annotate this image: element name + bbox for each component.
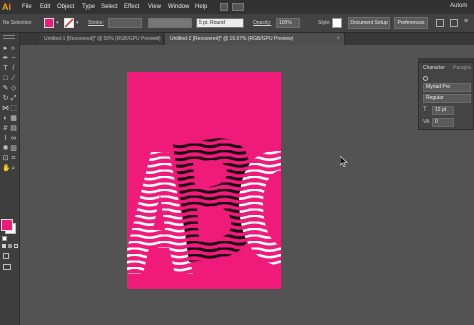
graphic-style-swatch[interactable] [332,18,342,28]
menu-file[interactable]: File [22,0,32,14]
menu-effect[interactable]: Effect [124,0,139,14]
preferences-button[interactable]: Preferences [394,17,428,29]
hand-tool-icon[interactable]: ✋ [2,165,11,172]
workspace-switcher[interactable]: Autom [450,1,474,12]
menu-type[interactable]: Type [82,0,95,14]
control-bar: No Selection ▾ ▾ Stroke: 5 pt. Round Opa… [0,14,474,33]
opacity-label[interactable]: Opacity: [253,14,271,32]
pen-tool-icon[interactable]: ✒ [2,55,9,62]
eyedropper-tool-icon[interactable]: ⌇ [2,135,9,142]
stroke-label[interactable]: Stroke: [88,14,104,32]
tab-untitled-2[interactable]: Untitled-2 [Recovered]* @ 16.67% (RGB/GP… [165,33,345,45]
menu-bar: Ai File Edit Object Type Select Effect V… [0,0,474,14]
mesh-tool-icon[interactable]: # [2,125,9,132]
close-icon[interactable]: × [155,33,159,45]
brush-name: 5 pt. Round [199,20,225,26]
close-icon[interactable]: × [336,33,340,45]
blend-tool-icon[interactable]: ∞ [10,135,17,142]
free-transform-icon[interactable]: ⬚ [10,105,17,112]
direct-selection-icon[interactable]: ▹ [10,45,17,52]
transform-icon[interactable] [450,19,458,27]
document-setup-button[interactable]: Document Setup [348,17,390,29]
character-panel: Character Paragra Myriad Pro Regular T 1… [418,62,474,130]
tracking-field[interactable]: 0 [432,118,454,127]
color-mode-icon[interactable] [2,244,6,248]
style-label: Style: [318,20,331,26]
gradient-mode-icon[interactable] [8,244,12,248]
default-colors-icon[interactable] [2,236,7,241]
fill-proxy-swatch[interactable] [1,219,13,231]
symbol-sprayer-icon[interactable]: ✺ [2,145,9,152]
arrange-documents-icon[interactable] [232,3,244,11]
app-logo: Ai [2,2,11,12]
selection-tool-icon[interactable]: ▸ [2,45,9,52]
type-tool-icon[interactable]: T [2,65,9,72]
stroke-dropdown-icon[interactable]: ▾ [76,20,79,26]
slice-tool-icon[interactable]: ⌗ [10,155,17,162]
artboard[interactable] [127,72,281,289]
tab-label: Untitled-1 [Recovered]* @ 50% (RGB/GPU P… [44,36,161,42]
rotate-tool-icon[interactable]: ↻ [2,95,9,102]
document-tab-bar: Untitled-1 [Recovered]* @ 50% (RGB/GPU P… [19,33,474,45]
opacity-field[interactable]: 100% [276,18,300,28]
tab-untitled-1[interactable]: Untitled-1 [Recovered]* @ 50% (RGB/GPU P… [39,33,164,45]
none-mode-icon[interactable] [14,244,18,248]
width-tool-icon[interactable]: ⋈ [2,105,9,112]
gradient-tool-icon[interactable]: ▤ [10,125,17,132]
scale-tool-icon[interactable]: ⤢ [10,95,17,102]
artwork-abc[interactable] [127,72,281,289]
curvature-tool-icon[interactable]: ~ [10,55,17,62]
eraser-tool-icon[interactable]: ◇ [10,85,17,92]
menu-object[interactable]: Object [57,0,74,14]
font-size-icon: T [423,107,427,113]
graph-tool-icon[interactable]: ▥ [10,145,17,152]
stroke-weight-field[interactable] [108,18,142,28]
pencil-tool-icon[interactable]: ✎ [2,85,9,92]
artboard-tool-icon[interactable]: ⊡ [2,155,9,162]
cursor-icon [340,156,348,167]
font-size-field[interactable]: 12 pt [432,106,454,115]
fill-dropdown-icon[interactable]: ▾ [56,20,59,26]
tools-panel: ▸ ▹ ✒ ~ T / □ ⁄ ✎ ◇ ↻ ⤢ ⋈ ⬚ ◐ ▦ # ▤ ⌇ ∞ … [0,33,20,325]
stroke-none-swatch[interactable] [64,18,74,28]
fill-color-swatch[interactable] [44,18,54,28]
perspective-grid-icon[interactable]: ▦ [10,115,17,122]
tab-label: Untitled-2 [Recovered]* @ 16.67% (RGB/GP… [170,36,294,42]
menu-view[interactable]: View [148,0,161,14]
screen-mode-icon[interactable] [3,264,11,270]
shape-builder-icon[interactable]: ◐ [2,115,9,122]
variable-width-profile[interactable] [148,18,192,28]
brush-definition[interactable]: 5 pt. Round [196,18,244,28]
bridge-icon[interactable] [220,3,228,11]
draw-mode-icon[interactable] [3,253,9,259]
menu-select[interactable]: Select [101,0,118,14]
panel-menu-icon[interactable]: ≡ [464,18,468,25]
menu-help[interactable]: Help [195,0,207,14]
menu-window[interactable]: Window [168,0,189,14]
line-tool-icon[interactable]: / [10,65,17,72]
search-icon[interactable] [423,76,428,81]
tracking-icon: VA [423,119,430,125]
rectangle-tool-icon[interactable]: □ [2,75,9,82]
selection-status: No Selection [3,20,32,26]
menu-edit[interactable]: Edit [40,0,50,14]
brush-tool-icon[interactable]: ⁄ [10,75,17,82]
tab-paragraph[interactable]: Paragra [453,63,471,74]
font-family-field[interactable]: Myriad Pro [423,83,471,92]
zoom-tool-icon[interactable]: ⌕ [10,165,17,172]
align-icon[interactable] [436,19,444,27]
panel-grip-icon[interactable] [3,35,15,39]
tab-character[interactable]: Character [423,63,445,74]
font-style-field[interactable]: Regular [423,94,471,103]
